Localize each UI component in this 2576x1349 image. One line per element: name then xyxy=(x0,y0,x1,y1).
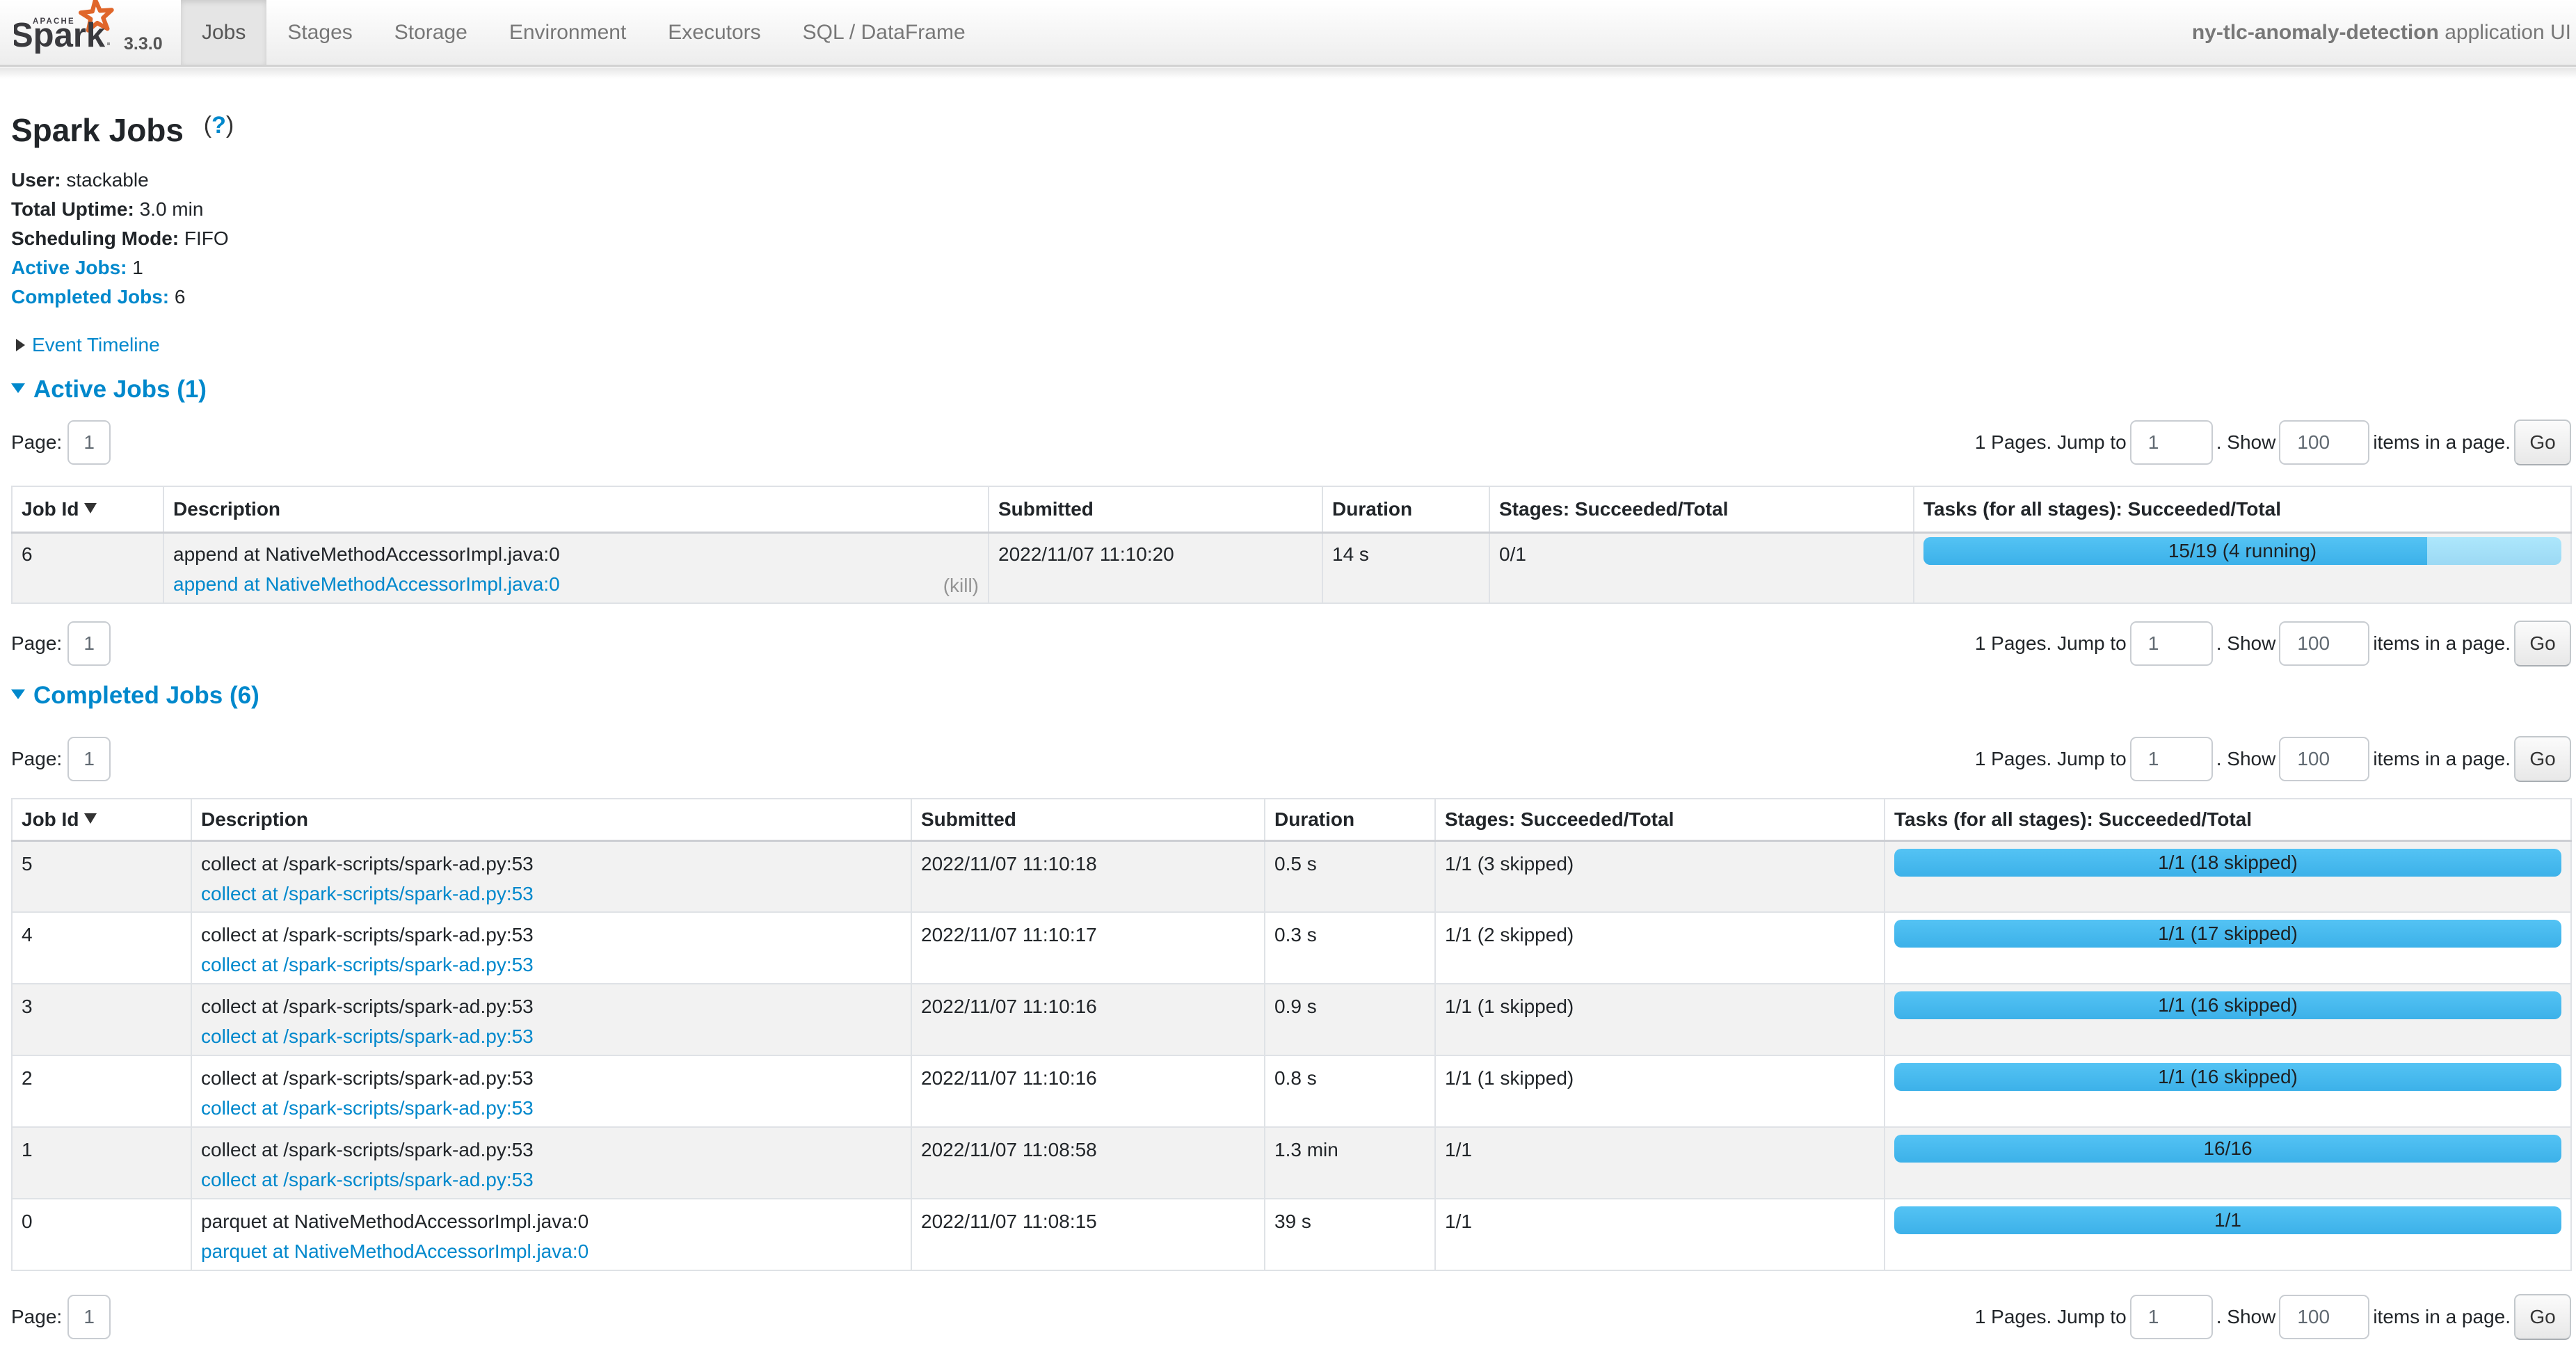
svg-text:Spark: Spark xyxy=(14,17,106,54)
